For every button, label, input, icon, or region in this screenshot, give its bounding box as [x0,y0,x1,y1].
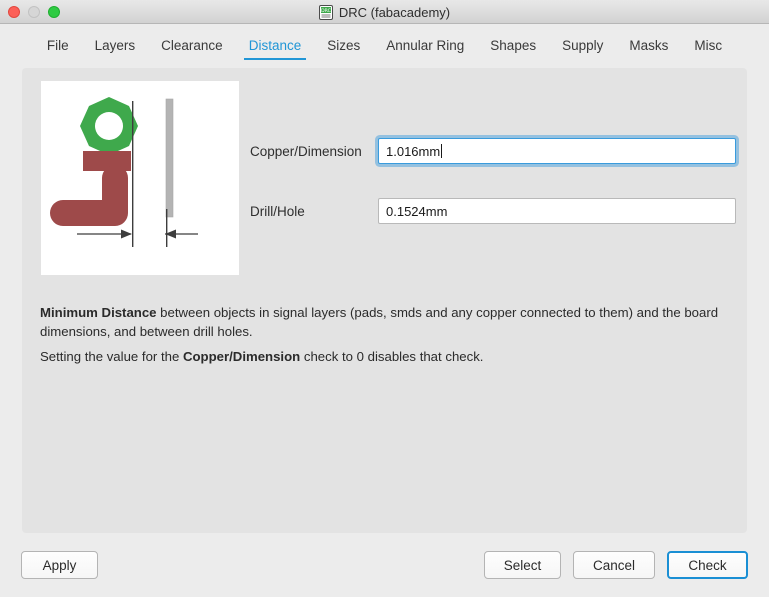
select-button[interactable]: Select [484,551,561,579]
pad-hole [95,112,123,140]
tab-sizes[interactable]: Sizes [314,33,373,60]
copper-dimension-label: Copper/Dimension [250,143,362,159]
board-edge-line [132,101,134,247]
drill-hole-label: Drill/Hole [250,203,305,219]
drill-hole-input[interactable]: 0.1524mm [378,198,736,224]
title-bar: DRC DRC (fabacademy) [0,0,769,24]
drc-dialog-window: DRC DRC (fabacademy) File Layers Clearan… [0,0,769,597]
tab-misc[interactable]: Misc [681,33,735,60]
drill-hole-value: 0.1524mm [386,203,448,219]
tab-distance[interactable]: Distance [236,33,315,60]
svg-text:DRC: DRC [321,8,331,14]
board-edge-bar [166,99,173,217]
window-title: DRC (fabacademy) [338,4,451,20]
description-paragraph-2: Setting the value for the Copper/Dimensi… [40,348,730,367]
copper-dimension-value: 1.016mm [386,143,441,159]
tab-annular-ring[interactable]: Annular Ring [373,33,477,60]
distance-settings-panel: Copper/Dimension 1.016mm Drill/Hole 0.15… [22,68,747,533]
drill-reference-line [166,209,168,247]
check-button[interactable]: Check [667,551,748,579]
cancel-button[interactable]: Cancel [573,551,655,579]
tab-supply[interactable]: Supply [549,33,616,60]
tab-file[interactable]: File [34,33,82,60]
description-bold-copper-dimension: Copper/Dimension [182,349,301,364]
description-text-2-pre: Setting the value for the [40,349,183,364]
text-caret [441,144,443,158]
drc-icon: DRC [318,4,333,20]
description-bold-minimum-distance: Minimum Distance [40,305,157,320]
tab-shapes[interactable]: Shapes [477,33,549,60]
tab-bar: File Layers Clearance Distance Sizes Ann… [0,24,769,68]
copper-dimension-input[interactable]: 1.016mm [378,138,736,164]
tab-layers[interactable]: Layers [82,33,149,60]
drill-hole-row: Drill/Hole 0.1524mm [250,198,736,224]
description-text-2-post: check to 0 disables that check. [300,349,484,364]
tab-masks[interactable]: Masks [616,33,681,60]
description-paragraph-1: Minimum Distance between objects in sign… [40,304,730,341]
distance-diagram [41,81,239,275]
apply-button[interactable]: Apply [21,551,98,579]
title-center-group: DRC DRC (fabacademy) [0,0,769,24]
copper-dimension-row: Copper/Dimension 1.016mm [250,138,736,164]
tab-clearance[interactable]: Clearance [148,33,236,60]
